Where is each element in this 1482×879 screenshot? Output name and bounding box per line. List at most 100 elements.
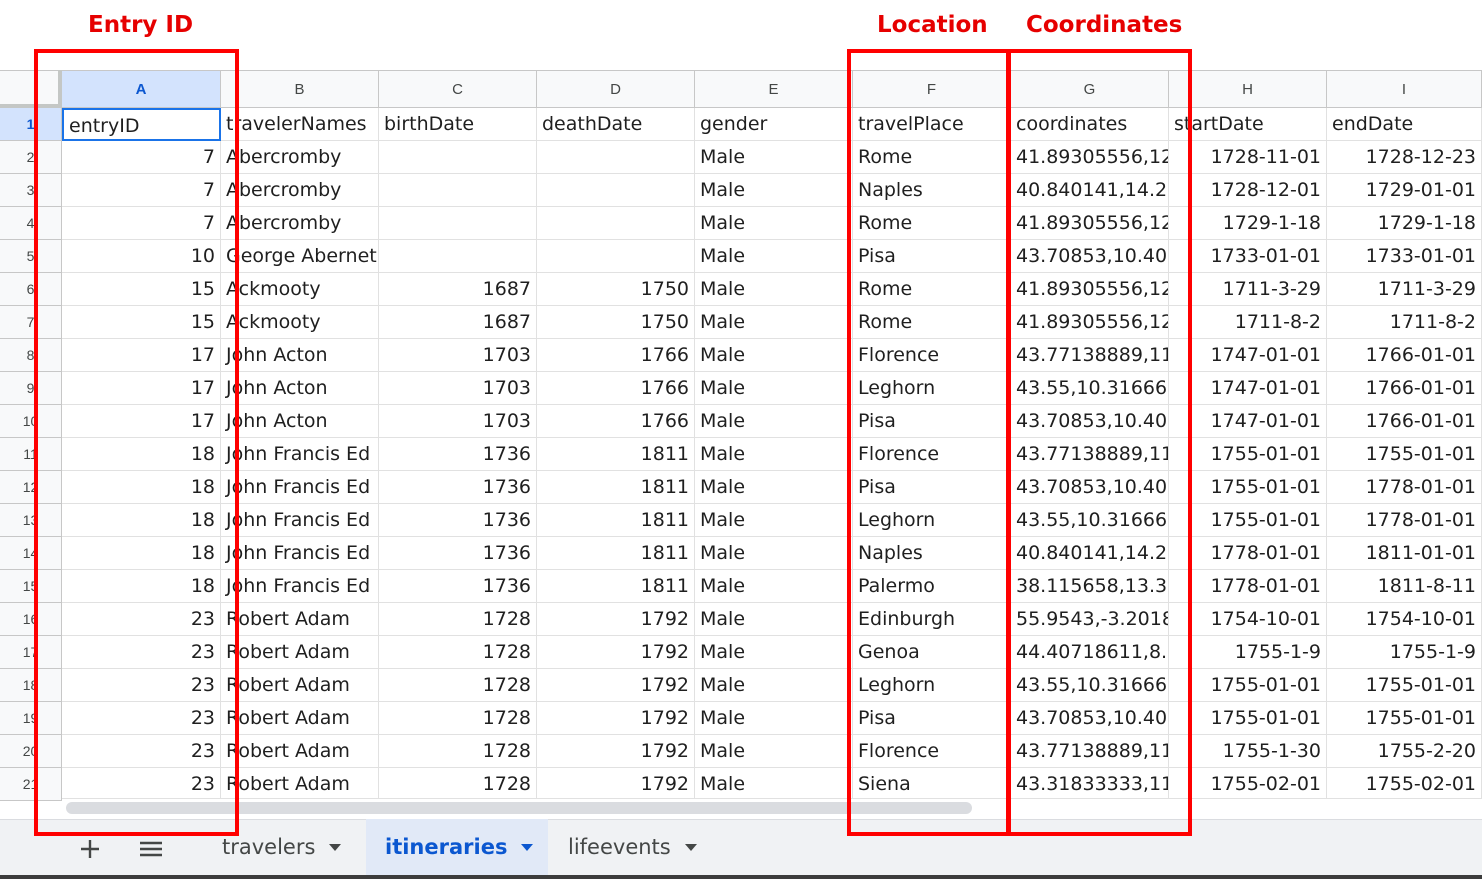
grid-cell[interactable]: 1728 (379, 669, 537, 702)
grid-cell[interactable]: 1750 (537, 306, 695, 339)
column-header-d[interactable]: D (537, 70, 695, 108)
grid-cell[interactable]: 1811 (537, 537, 695, 570)
grid-cell[interactable]: 1792 (537, 768, 695, 801)
grid-cell[interactable]: Male (695, 669, 853, 702)
grid-cell[interactable] (537, 141, 695, 174)
grid-cell[interactable]: 43.70853,10.403 (1011, 405, 1169, 438)
grid-cell[interactable]: 1703 (379, 405, 537, 438)
grid-cell[interactable]: 1747-01-01 (1169, 405, 1327, 438)
grid-cell[interactable]: 1766-01-01 (1327, 339, 1482, 372)
grid-cell[interactable]: 1766-01-01 (1327, 372, 1482, 405)
grid-cell[interactable]: 1778-01-01 (1169, 570, 1327, 603)
sheet-tab-itineraries[interactable]: itineraries (366, 819, 548, 875)
grid-cell[interactable]: 1736 (379, 570, 537, 603)
grid-cell[interactable]: 1754-10-01 (1169, 603, 1327, 636)
grid-cell[interactable]: 40.840141,14.25 (1011, 174, 1169, 207)
row-header-16[interactable]: 16 (0, 603, 62, 636)
grid-cell[interactable]: 1747-01-01 (1169, 339, 1327, 372)
grid-cell[interactable]: 23 (62, 768, 221, 801)
header-cell-h[interactable]: startDate (1169, 108, 1327, 141)
grid-cell[interactable]: 10 (62, 240, 221, 273)
grid-cell[interactable]: 43.70853,10.403 (1011, 240, 1169, 273)
grid-cell[interactable]: Leghorn (853, 669, 1011, 702)
sheet-tab-travelers[interactable]: travelers (208, 819, 355, 875)
grid-cell[interactable]: 1755-01-01 (1169, 504, 1327, 537)
grid-cell[interactable]: 1750 (537, 273, 695, 306)
grid-cell[interactable]: Abercromby (221, 174, 379, 207)
grid-cell[interactable]: 1687 (379, 306, 537, 339)
grid-cell[interactable]: Ackmooty (221, 273, 379, 306)
row-header-9[interactable]: 9 (0, 372, 62, 405)
grid-cell[interactable] (537, 240, 695, 273)
grid-cell[interactable]: 1711-3-29 (1169, 273, 1327, 306)
row-header-1[interactable]: 1 (0, 108, 62, 141)
grid-cell[interactable]: 1778-01-01 (1327, 471, 1482, 504)
grid-cell[interactable]: 17 (62, 372, 221, 405)
grid-cell[interactable]: 40.840141,14.25 (1011, 537, 1169, 570)
column-header-g[interactable]: G (1011, 70, 1169, 108)
grid-cell[interactable]: Male (695, 471, 853, 504)
row-header-20[interactable]: 20 (0, 735, 62, 768)
grid-cell[interactable]: 18 (62, 537, 221, 570)
grid-cell[interactable]: 15 (62, 306, 221, 339)
row-header-5[interactable]: 5 (0, 240, 62, 273)
row-header-15[interactable]: 15 (0, 570, 62, 603)
row-header-4[interactable]: 4 (0, 207, 62, 240)
grid-cell[interactable]: 1733-01-01 (1169, 240, 1327, 273)
grid-cell[interactable]: John Acton (221, 405, 379, 438)
grid-cell[interactable] (379, 174, 537, 207)
grid-cell[interactable]: Naples (853, 174, 1011, 207)
grid-cell[interactable]: Male (695, 141, 853, 174)
grid-cell[interactable]: 1766 (537, 405, 695, 438)
row-header-8[interactable]: 8 (0, 339, 62, 372)
column-header-e[interactable]: E (695, 70, 853, 108)
grid-cell[interactable]: Male (695, 207, 853, 240)
column-header-a[interactable]: A (62, 70, 221, 108)
grid-cell[interactable]: 43.55,10.316666 (1011, 669, 1169, 702)
grid-cell[interactable]: 1754-10-01 (1327, 603, 1482, 636)
grid-cell[interactable]: Male (695, 603, 853, 636)
grid-cell[interactable]: 1755-02-01 (1169, 768, 1327, 801)
grid-cell[interactable]: 1728-12-23 (1327, 141, 1482, 174)
grid-cell[interactable]: 43.31833333,11. (1011, 768, 1169, 801)
grid-cell[interactable]: Leghorn (853, 504, 1011, 537)
grid-cell[interactable]: Male (695, 372, 853, 405)
grid-cell[interactable]: 1755-2-20 (1327, 735, 1482, 768)
grid-cell[interactable]: Male (695, 636, 853, 669)
grid-cell[interactable]: John Francis Ed (221, 471, 379, 504)
grid-cell[interactable]: Siena (853, 768, 1011, 801)
grid-cell[interactable]: 1792 (537, 669, 695, 702)
row-header-14[interactable]: 14 (0, 537, 62, 570)
grid-cell[interactable]: Robert Adam (221, 636, 379, 669)
grid-cell[interactable]: 23 (62, 603, 221, 636)
header-cell-b[interactable]: travelerNames (221, 108, 379, 141)
row-header-19[interactable]: 19 (0, 702, 62, 735)
grid-cell[interactable]: 43.70853,10.403 (1011, 702, 1169, 735)
grid-cell[interactable]: Robert Adam (221, 669, 379, 702)
grid-cell[interactable]: 1687 (379, 273, 537, 306)
grid-cell[interactable]: 1755-02-01 (1327, 768, 1482, 801)
grid-cell[interactable]: 1755-1-30 (1169, 735, 1327, 768)
grid-cell[interactable]: 1811 (537, 438, 695, 471)
row-header-10[interactable]: 10 (0, 405, 62, 438)
grid-cell[interactable]: Florence (853, 438, 1011, 471)
grid-cell[interactable]: Male (695, 240, 853, 273)
grid-cell[interactable]: 1755-01-01 (1327, 669, 1482, 702)
grid-cell[interactable]: 23 (62, 669, 221, 702)
grid-cell[interactable]: 18 (62, 570, 221, 603)
grid-cell[interactable] (537, 207, 695, 240)
grid-cell[interactable]: Pisa (853, 471, 1011, 504)
grid-cell[interactable]: Palermo (853, 570, 1011, 603)
grid-cell[interactable]: 23 (62, 735, 221, 768)
chevron-down-icon[interactable] (329, 843, 342, 851)
grid-cell[interactable]: Male (695, 504, 853, 537)
row-header-21[interactable]: 21 (0, 768, 62, 801)
grid-cell[interactable]: 17 (62, 405, 221, 438)
grid-cell[interactable]: Pisa (853, 240, 1011, 273)
all-sheets-button[interactable] (138, 832, 164, 862)
grid-cell[interactable]: 17 (62, 339, 221, 372)
grid-cell[interactable]: John Francis Ed (221, 438, 379, 471)
grid-cell[interactable]: 1703 (379, 372, 537, 405)
grid-cell[interactable]: 44.40718611,8.9 (1011, 636, 1169, 669)
grid-cell[interactable]: Male (695, 537, 853, 570)
